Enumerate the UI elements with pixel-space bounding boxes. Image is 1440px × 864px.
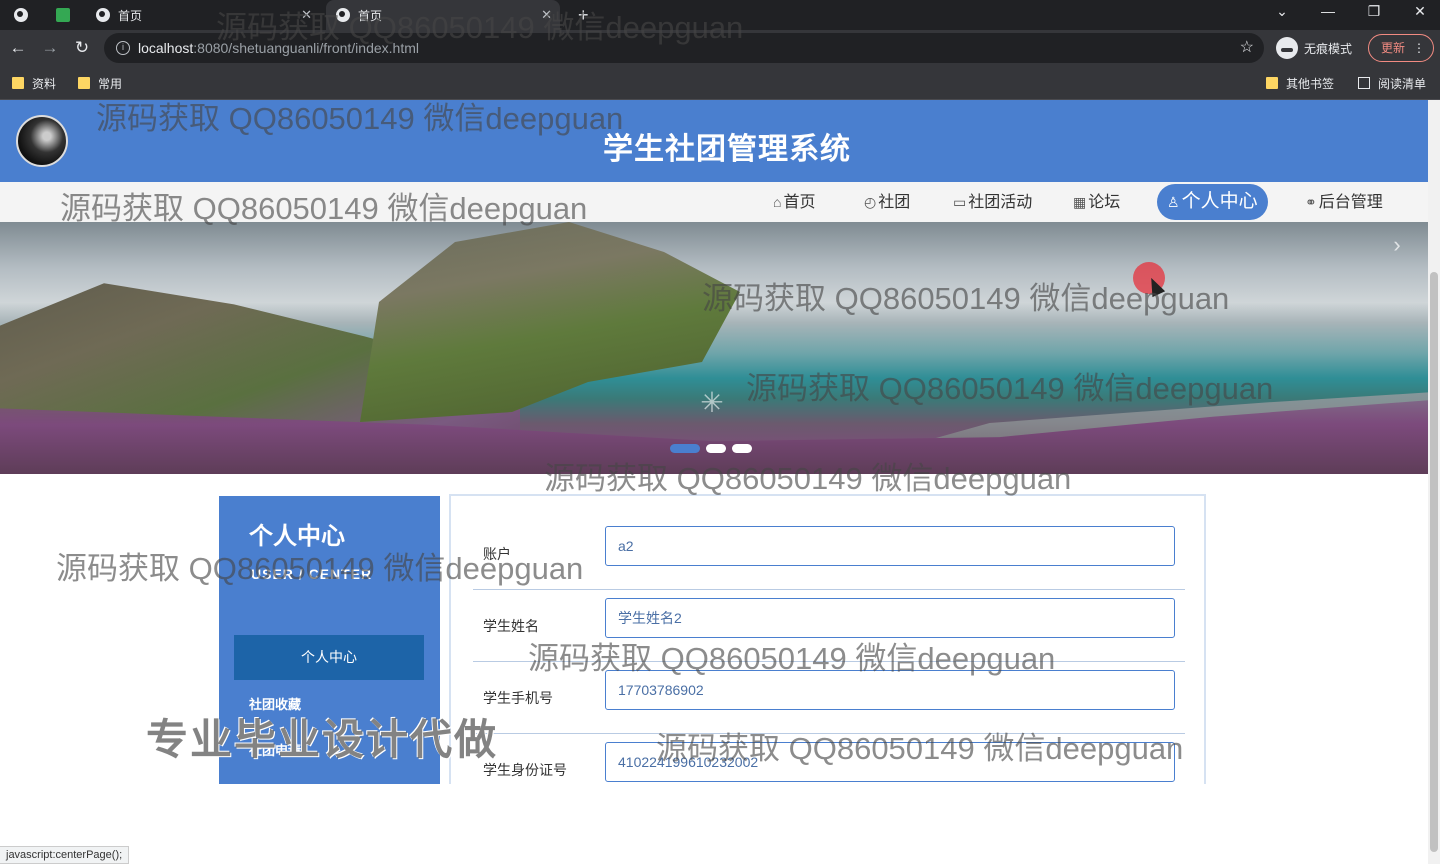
address-input[interactable]: i localhost:8080/shetuanguanli/front/ind… [104,33,1264,63]
scrollbar-thumb[interactable] [1430,272,1438,852]
status-bar-url: javascript:centerPage(); [0,846,130,864]
nav-label: 论坛 [1088,194,1121,211]
user-icon: ♙ [1167,194,1180,210]
reading-list-icon [1358,77,1370,89]
nav-label: 社团活动 [968,194,1033,211]
url-path: :8080/shetuanguanli/front/index.html [193,40,419,56]
home-icon: ⌂ [773,194,782,210]
folder-icon [12,77,24,89]
nav-home[interactable]: ⌂ 首页 [773,182,815,222]
incognito-label: 无痕模式 [1304,41,1353,56]
student-name-input[interactable]: 学生姓名2 [605,598,1175,638]
loading-spinner-icon: ✳ [700,387,724,418]
sidebar-item-personal-center[interactable]: 个人中心 [234,635,424,680]
nav-club-activities[interactable]: ▭ 社团活动 [953,182,1032,222]
bookmark-bar: 资料 常用 其他书签 阅读清单 [0,66,1440,100]
incognito-icon [1276,37,1298,59]
bookmark-label: 常用 [98,76,123,91]
bookmark-folder[interactable]: 常用 [78,74,122,92]
close-tab-icon[interactable]: ✕ [301,7,312,23]
link-icon: ⚭ [1305,194,1317,210]
restore-icon[interactable]: ❐ [1362,3,1386,20]
reload-icon[interactable]: ↻ [70,36,94,60]
carousel-dot[interactable] [670,444,700,453]
field-label: 学生姓名 [483,618,539,634]
bookmark-label: 资料 [32,76,57,91]
forward-icon[interactable]: → [38,36,62,60]
nav-clubs[interactable]: ◴ 社团 [864,182,910,222]
banner-carousel[interactable]: ✳ › [0,222,1428,474]
folder-icon [78,77,90,89]
nav-label: 社团 [878,194,911,211]
tab-label: 首页 [358,8,383,23]
tab-label: 首页 [118,8,143,23]
grid-icon: ▦ [1073,194,1087,210]
globe-icon [96,8,110,22]
chevron-right-icon[interactable]: › [1382,230,1412,260]
incognito-indicator[interactable]: 无痕模式 [1276,34,1352,62]
account-input[interactable]: a2 [605,526,1175,566]
form-row-phone: 学生手机号 17703786902 [473,662,1185,734]
book-icon: ▭ [953,194,967,210]
folder-icon [1266,77,1278,89]
globe-icon [336,8,350,22]
nav-personal-center[interactable]: ♙ 个人中心 [1157,184,1268,220]
minimize-icon[interactable]: — [1316,3,1340,19]
nav-label: 首页 [783,194,816,211]
carousel-dot[interactable] [732,444,752,453]
info-icon[interactable]: i [116,41,130,55]
update-button[interactable]: 更新 ⋮ [1368,34,1434,62]
url-host: localhost [138,40,194,56]
other-bookmarks[interactable]: 其他书签 [1266,74,1334,92]
id-number-input[interactable]: 410224199610232002 [605,742,1175,782]
bookmark-label: 其他书签 [1286,76,1335,91]
bookmark-label: 阅读清单 [1378,76,1427,91]
sidebar-subtitle: USER / CENTER [251,566,373,582]
nav-label: 个人中心 [1181,191,1258,212]
gauge-icon: ◴ [864,194,877,210]
tab-search-icon[interactable]: ⌄ [1270,3,1294,20]
form-row-student-name: 学生姓名 学生姓名2 [473,590,1185,662]
back-icon[interactable]: ← [6,36,30,60]
browser-app-icon[interactable] [14,0,38,30]
reading-list[interactable]: 阅读清单 [1358,74,1426,92]
window-close-icon[interactable]: ✕ [1408,3,1432,20]
profile-form: 账户 a2 学生姓名 学生姓名2 学生手机号 17703786902 学生身份证… [449,494,1206,784]
carousel-dots [670,444,752,453]
nav-label: 后台管理 [1318,194,1383,211]
update-label: 更新 [1381,41,1406,55]
bookmark-star-icon[interactable]: ☆ [1240,33,1254,63]
main-nav: ⌂ 首页 ◴ 社团 ▭ 社团活动 ▦ 论坛 ♙ 个人中心 ⚭ 后台管理 [0,182,1428,222]
page-scrollbar[interactable] [1428,100,1440,864]
browser-tab-bar: 首页 ✕ 首页 ✕ + ⌄ — ❐ ✕ [0,0,1440,30]
close-tab-icon[interactable]: ✕ [541,7,552,23]
nav-admin[interactable]: ⚭ 后台管理 [1305,182,1383,222]
form-row-id-number: 学生身份证号 410224199610232002 [473,734,1185,806]
menu-dots-icon[interactable]: ⋮ [1413,35,1425,61]
nav-forum[interactable]: ▦ 论坛 [1073,182,1120,222]
site-title: 学生社团管理系统 [603,133,851,166]
browser-tab[interactable]: 首页 ✕ [84,0,320,30]
banner-image-cliff [360,222,740,422]
field-label: 学生手机号 [483,690,553,706]
sidebar-title: 个人中心 [249,523,345,550]
phone-input[interactable]: 17703786902 [605,670,1175,710]
carousel-dot[interactable] [706,444,726,453]
browser-toolbar: ← → ↻ i localhost:8080/shetuanguanli/fro… [0,30,1440,66]
browser-tab-active[interactable]: 首页 ✕ [326,0,560,30]
field-label: 账户 [483,546,511,562]
sheet-app-icon[interactable] [56,0,70,30]
form-row-account: 账户 a2 [473,518,1185,590]
site-header: 学生社团管理系统 [0,100,1428,182]
new-tab-button[interactable]: + [578,0,589,30]
watermark-large: 专业毕业设计代做 [146,716,499,763]
bookmark-folder[interactable]: 资料 [12,74,56,92]
